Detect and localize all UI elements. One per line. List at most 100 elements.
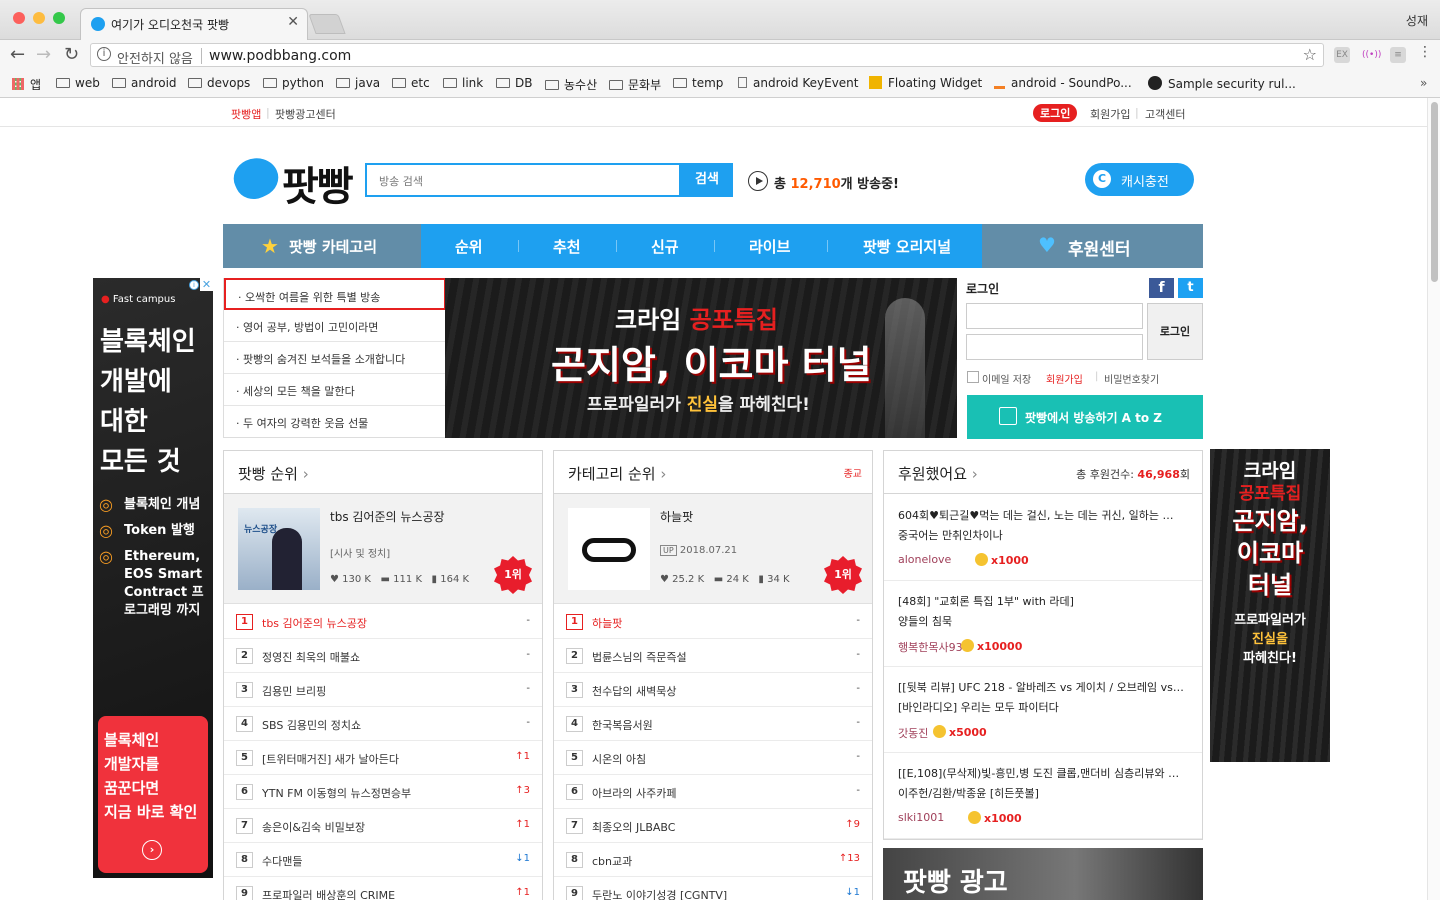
featured-item[interactable]: · 두 여자의 강력한 웃음 선물 [224, 406, 446, 438]
ranking-row[interactable]: 6 아브라의 사주카페 - [554, 775, 872, 809]
bookmark-android-keyevent[interactable]: android KeyEvent [738, 76, 859, 90]
forward-arrow-icon[interactable]: → [36, 44, 51, 65]
ranking-row[interactable]: 1 tbs 김어준의 뉴스공장 - [224, 605, 542, 639]
show-name[interactable]: 송은이&김숙 비밀보장 [262, 819, 365, 835]
show-thumbnail[interactable]: 뉴스공장 [238, 508, 320, 590]
minimize-window-button[interactable] [33, 12, 45, 24]
password-field[interactable] [966, 334, 1143, 360]
show-name[interactable]: tbs 김어준의 뉴스공장 [262, 615, 367, 631]
show-name[interactable]: 김용민 브리핑 [262, 683, 326, 699]
episode-title[interactable]: [48회] "교회론 특집 1부" with 라데] [898, 593, 1183, 609]
broadcast-guide-button[interactable]: 팟빵에서 방송하기 A to Z [967, 395, 1203, 439]
bookmark-folder-android[interactable]: android [112, 76, 177, 90]
nav-live[interactable]: 라이브 [749, 236, 790, 257]
search-button[interactable]: 검색 [681, 163, 733, 197]
search-input[interactable]: 방송 검색 [365, 163, 681, 197]
bookmark-star-icon[interactable]: ☆ [1303, 45, 1317, 64]
show-name[interactable]: cbn교과 [592, 853, 632, 869]
ad-center-link[interactable]: 팟빵광고센터 [275, 106, 336, 122]
top-login-button[interactable]: 로그인 [1033, 104, 1078, 122]
show-name[interactable]: 한국복음서원 [592, 717, 653, 733]
nav-new[interactable]: 신규 [651, 236, 679, 257]
ad-info-icon[interactable]: i [189, 280, 199, 290]
show-name[interactable]: 아브라의 사주카페 [592, 785, 676, 801]
ranking-row[interactable]: 3 김용민 브리핑 - [224, 673, 542, 707]
show-name[interactable]: 프로파일러 배상훈의 CRIME [262, 887, 395, 900]
ranking-row[interactable]: 5 [트위터매거진] 새가 날아든다 ↑1 [224, 741, 542, 775]
right-ad-banner[interactable]: 크라임 공포특집 곤지암, 이코마 터널 프로파일러가 진실을 파헤친다! [1210, 449, 1330, 762]
featured-title[interactable]: tbs 김어준의 뉴스공장 [330, 508, 445, 525]
episode-title[interactable]: [[뒷북 리뷰] UFC 218 - 알바레즈 vs 게이치 / 오브레임 vs… [898, 679, 1183, 695]
bookmark-soundpool[interactable]: android - SoundPo... [994, 76, 1132, 90]
featured-show[interactable]: 하늘팟 UP 2018.07.21 ♥ 25.2 K ▬ 24 K ▮ 34 K… [554, 494, 872, 604]
ranking-row[interactable]: 1 하늘팟 - [554, 605, 872, 639]
bookmark-folder-etc[interactable]: etc [392, 76, 430, 90]
signup-link[interactable]: 회원가입 [1046, 371, 1083, 386]
more-bookmarks-icon[interactable]: » [1420, 76, 1427, 90]
scrollbar-thumb[interactable] [1431, 102, 1438, 282]
nav-recommend[interactable]: 추천 [553, 236, 581, 257]
bookmark-folder-link[interactable]: link [443, 76, 483, 90]
episode-title[interactable]: [[E,108](무삭제)빛-흥민,병 도진 클롭,맨더비 심층리뷰와 … [898, 765, 1183, 781]
show-name[interactable]: 중국어는 만취인차이나 [898, 527, 1003, 543]
twitter-icon[interactable]: t [1178, 278, 1203, 298]
ranking-row[interactable]: 2 정영진 최욱의 매불쇼 - [224, 639, 542, 673]
ranking-row[interactable]: 5 시온의 아침 - [554, 741, 872, 775]
new-tab-button[interactable] [308, 14, 346, 34]
close-tab-icon[interactable]: ✕ [287, 14, 299, 30]
panel-title[interactable]: 후원했어요 › [898, 463, 978, 484]
customer-center-link[interactable]: 고객센터 [1145, 106, 1185, 122]
facebook-icon[interactable]: f [1149, 278, 1174, 298]
bookmark-folder-db[interactable]: DB [496, 76, 532, 90]
email-field[interactable] [966, 303, 1143, 329]
ranking-row[interactable]: 8 cbn교과 ↑13 [554, 843, 872, 877]
profile-name[interactable]: 성재 [1406, 12, 1428, 29]
show-thumbnail[interactable] [568, 508, 650, 590]
reader-extension-icon[interactable]: ≡ [1390, 47, 1406, 63]
episode-title[interactable]: 604회♥퇴근길♥먹는 데는 걸신, 노는 데는 귀신, 일하는 … [898, 507, 1183, 523]
featured-item[interactable]: · 세상의 모든 책을 말한다 [224, 374, 446, 406]
bookmark-folder-temp[interactable]: temp [673, 76, 723, 90]
ranking-row[interactable]: 7 최종오의 JLBABC ↑9 [554, 809, 872, 843]
top-signup-link[interactable]: 회원가입 [1090, 106, 1130, 122]
ranking-row[interactable]: 9 프로파일러 배상훈의 CRIME ↑1 [224, 877, 542, 900]
show-name[interactable]: 법륜스님의 즉문즉설 [592, 649, 687, 665]
left-ad-banner[interactable]: i ✕ ● Fast campus 블록체인 개발에 대한 모든 것 ◎ 블록체인… [93, 278, 213, 878]
back-arrow-icon[interactable]: ← [10, 44, 25, 65]
menu-icon[interactable]: ⋮ [1418, 44, 1432, 60]
bookmark-folder-devops[interactable]: devops [188, 76, 250, 90]
play-icon[interactable] [748, 171, 768, 191]
ranking-row[interactable]: 4 SBS 김용민의 정치쇼 - [224, 707, 542, 741]
logo-text[interactable]: 팟빵 [282, 154, 354, 212]
page-scrollbar[interactable] [1427, 98, 1440, 900]
main-banner[interactable]: 크라임 공포특집 곤지암, 이코마 터널 프로파일러가 진실을 파헤친다! [445, 278, 957, 438]
remember-email-checkbox[interactable] [967, 371, 979, 383]
show-name[interactable]: 수다맨들 [262, 853, 302, 869]
info-icon[interactable]: i [97, 47, 111, 61]
bookmark-folder-agriculture[interactable]: 농수산 [545, 76, 597, 93]
apps-bookmark[interactable]: 앱 [12, 76, 41, 93]
extension-icon[interactable]: EX [1334, 47, 1350, 63]
featured-item[interactable]: · 오싹한 여름을 위한 특별 방송 [224, 278, 446, 310]
ranking-row[interactable]: 8 수다맨들 ↓1 [224, 843, 542, 877]
show-name[interactable]: 정영진 최욱의 매불쇼 [262, 649, 360, 665]
ranking-row[interactable]: 9 두란노 이야기성경 [CGNTV] ↓1 [554, 877, 872, 900]
panel-title[interactable]: 카테고리 순위 › [568, 463, 666, 484]
ranking-row[interactable]: 3 천수답의 새벽묵상 - [554, 673, 872, 707]
show-name[interactable]: 두란노 이야기성경 [CGNTV] [592, 887, 727, 900]
featured-show[interactable]: 뉴스공장 tbs 김어준의 뉴스공장 [시사 및 정치] ♥ 130 K ▬ 1… [224, 494, 542, 604]
maximize-window-button[interactable] [53, 12, 65, 24]
bookmark-folder-java[interactable]: java [336, 76, 380, 90]
address-bar[interactable]: i 안전하지 않음 www.podbbang.com ☆ [90, 43, 1324, 67]
ranking-row[interactable]: 7 송은이&김숙 비밀보장 ↑1 [224, 809, 542, 843]
bookmark-folder-culture[interactable]: 문화부 [609, 76, 661, 93]
bookmark-folder-web[interactable]: web [56, 76, 100, 90]
show-name[interactable]: [트위터매거진] 새가 날아든다 [262, 751, 399, 767]
ad-cta[interactable]: 블록체인 개발자를 꿈꾼다면 지금 바로 확인 › [98, 716, 208, 873]
podbbang-app-link[interactable]: 팟빵앱 [231, 106, 261, 122]
support-row[interactable]: [[뒷북 리뷰] UFC 218 - 알바레즈 vs 게이치 / 오브레임 vs… [884, 667, 1202, 753]
reload-icon[interactable]: ↻ [64, 44, 79, 65]
support-row[interactable]: [[E,108](무삭제)빛-흥민,병 도진 클롭,맨더비 심층리뷰와 … 이주헌… [884, 753, 1202, 839]
close-window-button[interactable] [13, 12, 25, 24]
show-name[interactable]: 최종오의 JLBABC [592, 819, 675, 835]
